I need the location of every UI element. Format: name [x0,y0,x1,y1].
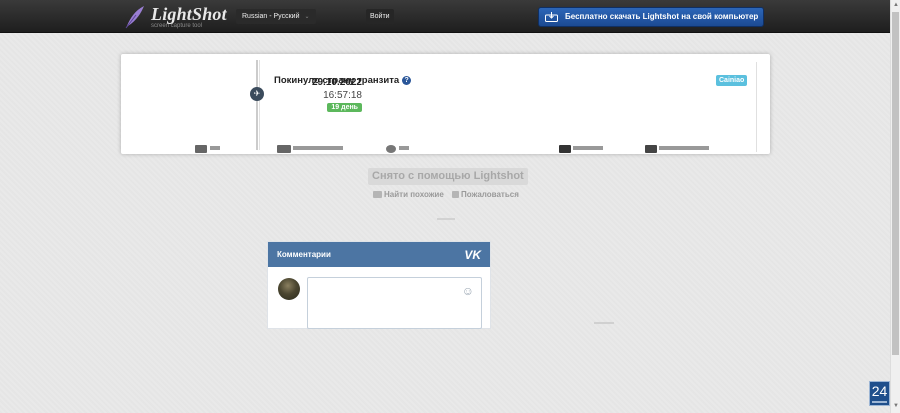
download-label: Бесплатно скачать Lightshot на свой комп… [565,12,759,21]
taken-with-lightshot[interactable]: Снято с помощью Lightshot [368,168,528,185]
language-select[interactable]: Russian - Русский ⌄ [236,9,316,24]
card-divider [756,62,757,152]
scroll-up-arrow-icon[interactable]: ▲ [893,2,899,8]
cropped-icon [386,145,396,153]
report-link[interactable]: Пожаловаться [452,190,519,199]
cropped-icon [645,145,657,153]
smile-icon[interactable]: ☺ [462,284,474,298]
days-badge: 19 день [327,103,362,112]
corner-badge[interactable]: 24 [869,381,890,406]
cropped-icon [277,145,291,153]
find-similar-label: Найти похожие [384,190,444,199]
badge-underline [872,401,887,403]
avatar [278,278,300,300]
comments-header: Комментарии VK [268,242,490,267]
find-similar-link[interactable]: Найти похожие [373,190,444,199]
lightshot-logo[interactable]: LightShot screen capture tool [124,3,227,31]
image-actions: Найти похожие Пожаловаться [373,190,525,199]
language-label: Russian - Русский [242,13,300,20]
download-computer-icon [545,12,558,22]
corner-badge-label: 24 [871,383,888,399]
flag-icon [452,191,460,198]
top-bar: LightShot screen capture tool Russian - … [0,0,890,33]
event-time: 16:57:18 [323,90,362,101]
vk-icon[interactable]: VK [464,243,481,268]
logo-tagline: screen capture tool [151,23,203,29]
cropped-text [573,146,603,150]
cropped-text [399,146,409,150]
help-icon: ? [402,76,412,85]
report-label: Пожаловаться [461,190,519,199]
login-button[interactable]: Войти [366,9,394,24]
feather-icon [125,6,144,29]
timeline-line [256,60,258,150]
cropped-text [210,146,220,150]
event-status: Покинуло страну транзита? [274,75,412,86]
scroll-down-arrow-icon[interactable]: ▼ [893,403,899,409]
download-button[interactable]: Бесплатно скачать Lightshot на свой комп… [538,7,764,27]
timeline-line-secondary [259,60,260,150]
chevron-down-icon: ⌄ [304,14,310,20]
cropped-text [293,146,343,150]
camera-icon [373,191,382,198]
page-scrollbar[interactable]: ▲ ▼ [890,0,900,413]
ad-placeholder [594,322,614,324]
comments-widget: Комментарии VK ☺ [267,241,491,329]
scrollbar-thumb[interactable] [892,12,899,355]
ad-placeholder [437,218,455,220]
comments-title: Комментарии [277,250,331,259]
comment-input[interactable]: ☺ [307,277,482,329]
plane-icon: ✈ [250,87,264,101]
cropped-icon [559,145,571,153]
screenshot-image[interactable]: 29.10.2022 16:57:18 19 день ✈ Покинуло с… [121,54,770,154]
event-status-text: Покинуло страну транзита [274,75,400,86]
cropped-text [659,146,709,150]
cropped-icon [195,145,207,153]
logo-name: LightShot [151,4,227,24]
carrier-badge: Cainiao [716,75,748,86]
